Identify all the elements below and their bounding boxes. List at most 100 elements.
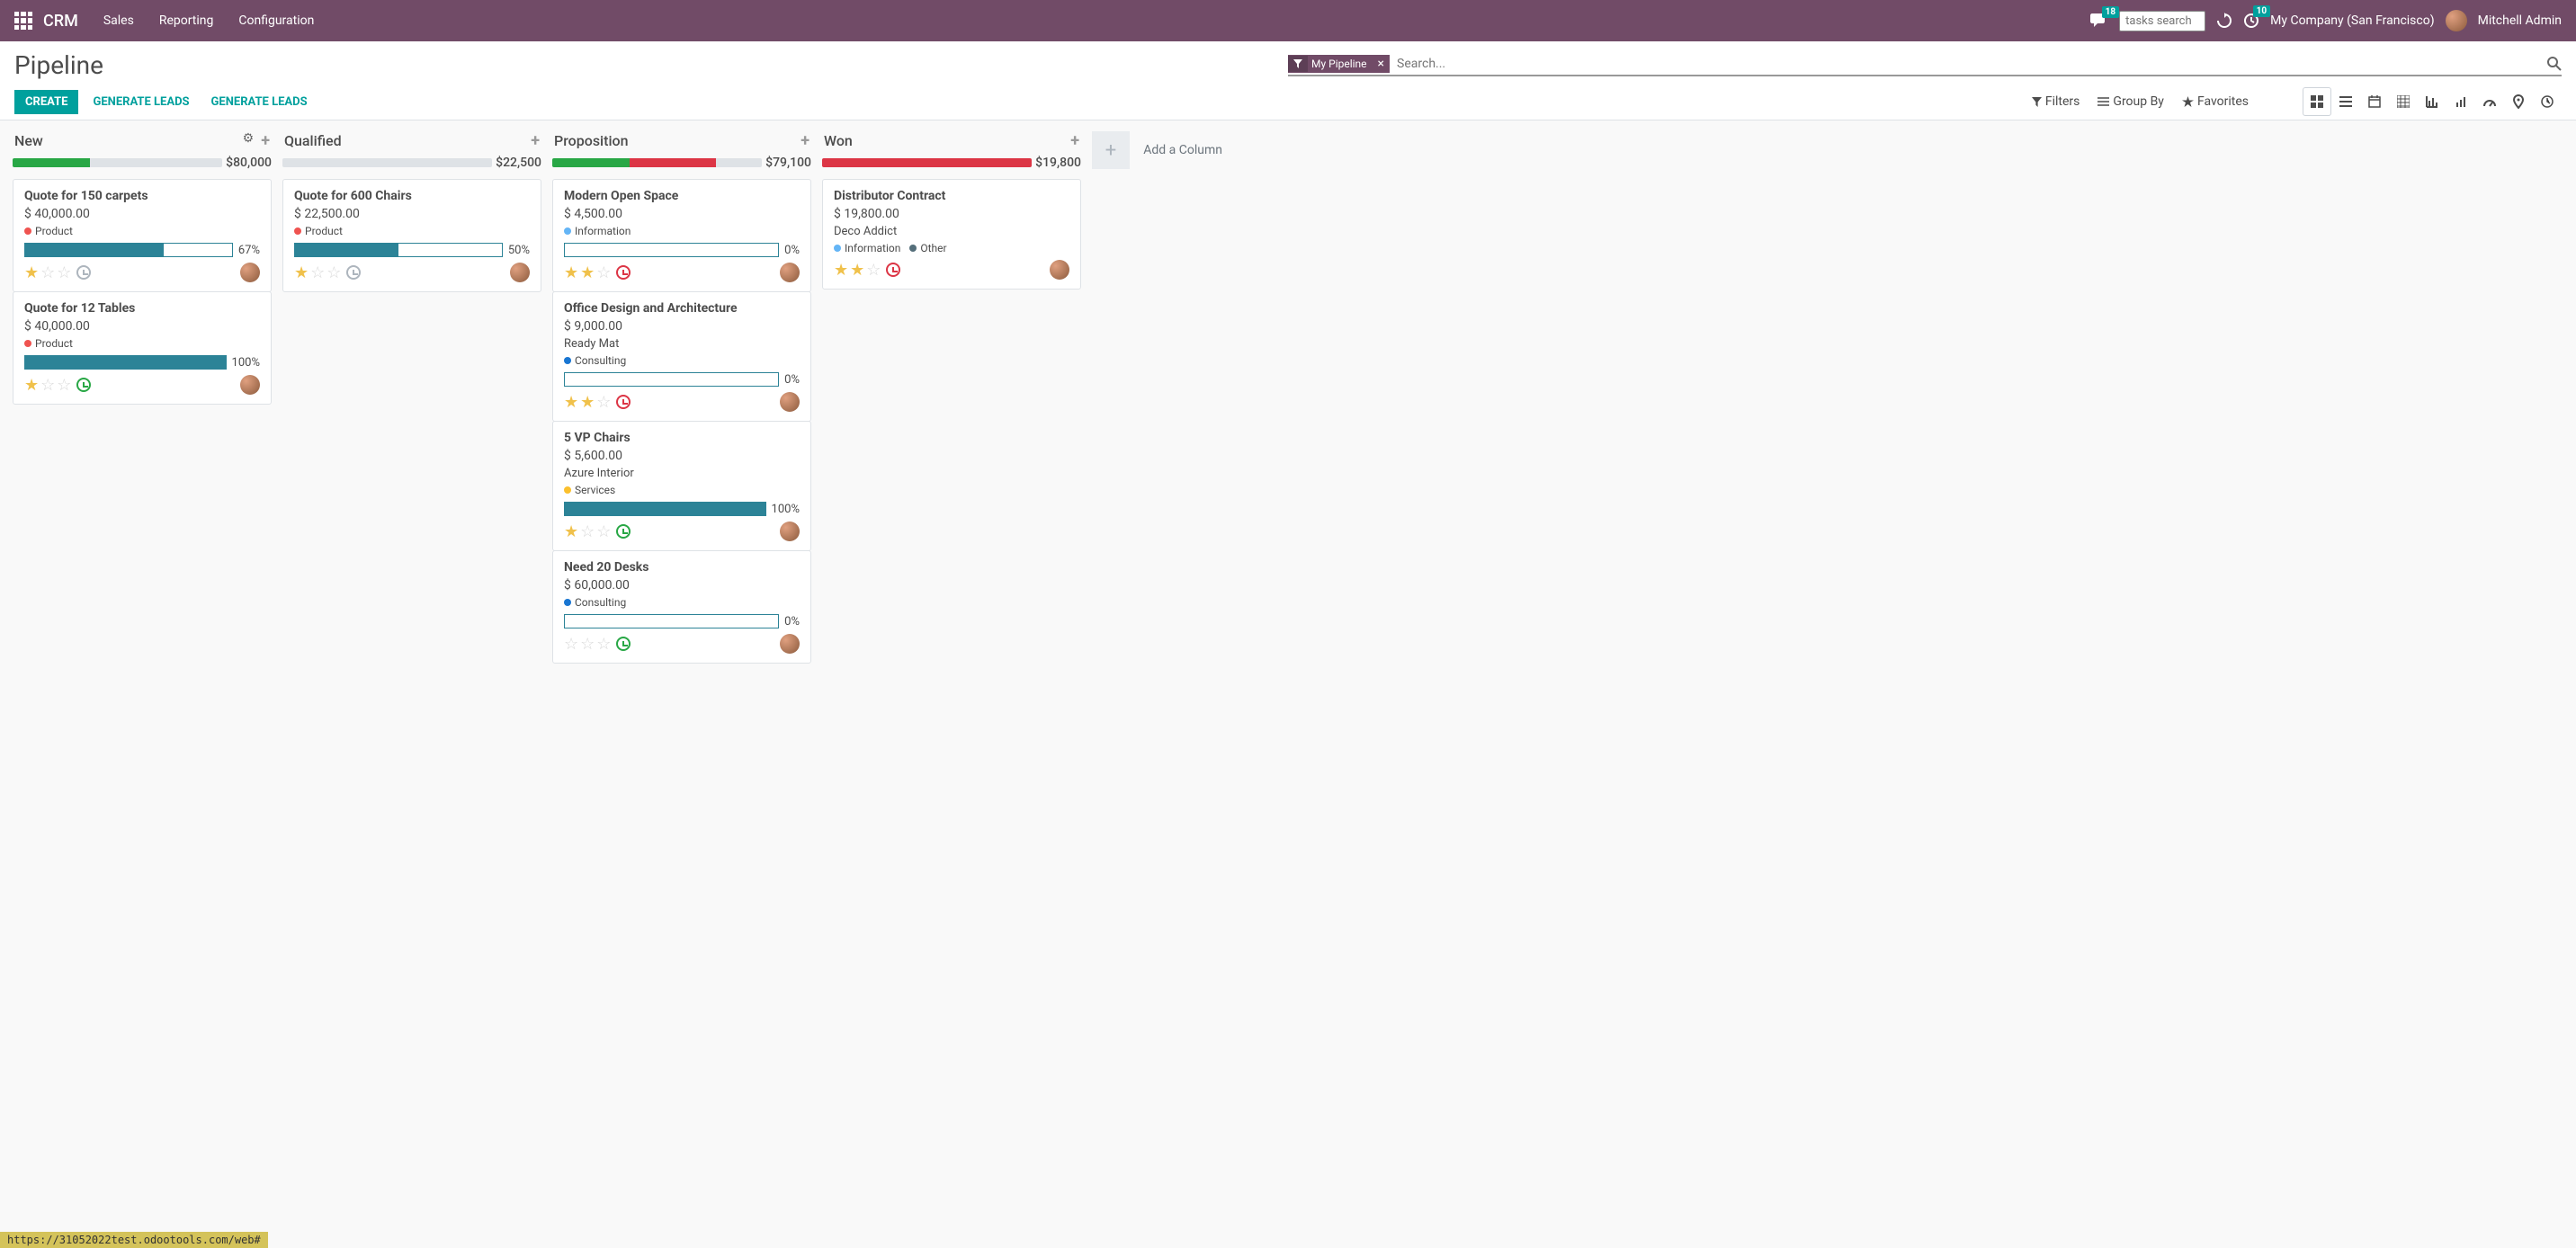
column-title[interactable]: Won	[824, 132, 1070, 149]
star-icon[interactable]: ★	[564, 522, 578, 541]
assignee-avatar[interactable]	[240, 375, 260, 395]
graph-view-icon[interactable]	[2418, 87, 2446, 116]
gauge[interactable]	[564, 372, 779, 387]
star-icon[interactable]: ★	[850, 261, 864, 280]
kanban-card[interactable]: Quote for 150 carpets$ 40,000.00Product …	[13, 179, 272, 292]
quick-create-icon[interactable]: +	[261, 131, 270, 150]
generate-leads-button-1[interactable]: GENERATE LEADS	[85, 90, 196, 114]
kanban-card[interactable]: Quote for 12 Tables$ 40,000.00Product 10…	[13, 291, 272, 405]
messages-icon[interactable]: 18	[2090, 13, 2108, 28]
column-title[interactable]: Proposition	[554, 132, 801, 149]
app-brand[interactable]: CRM	[43, 12, 78, 31]
quick-create-icon[interactable]: +	[1070, 131, 1079, 150]
assignee-avatar[interactable]	[780, 392, 800, 412]
priority-stars[interactable]: ☆ ☆ ☆	[564, 635, 611, 654]
user-name[interactable]: Mitchell Admin	[2478, 13, 2562, 28]
assignee-avatar[interactable]	[510, 263, 530, 282]
assignee-avatar[interactable]	[1050, 260, 1069, 280]
star-icon[interactable]: ☆	[596, 263, 611, 282]
assignee-avatar[interactable]	[780, 263, 800, 282]
star-icon[interactable]: ☆	[326, 263, 341, 282]
priority-stars[interactable]: ★ ★ ☆	[564, 393, 611, 412]
priority-stars[interactable]: ★ ☆ ☆	[294, 263, 341, 282]
star-icon[interactable]: ★	[24, 376, 39, 395]
company-selector[interactable]: My Company (San Francisco)	[2270, 13, 2434, 28]
nav-menu-reporting[interactable]: Reporting	[159, 13, 214, 28]
star-icon[interactable]: ☆	[596, 522, 611, 541]
apps-launcher-icon[interactable]	[14, 12, 32, 30]
activity-clock-icon[interactable]	[616, 265, 631, 280]
priority-stars[interactable]: ★ ☆ ☆	[564, 522, 611, 541]
priority-stars[interactable]: ★ ☆ ☆	[24, 376, 71, 395]
star-icon[interactable]: ☆	[866, 261, 881, 280]
star-icon[interactable]: ☆	[57, 263, 71, 282]
star-icon[interactable]: ☆	[580, 522, 595, 541]
kanban-view-icon[interactable]	[2303, 87, 2331, 116]
column-title[interactable]: Qualified	[284, 132, 531, 149]
search-input[interactable]	[1395, 55, 2547, 73]
nav-menu-sales[interactable]: Sales	[103, 13, 134, 28]
progress-bar[interactable]	[282, 158, 492, 167]
gear-icon[interactable]: ⚙	[243, 131, 255, 150]
activity-clock-icon[interactable]	[346, 265, 361, 280]
assignee-avatar[interactable]	[240, 263, 260, 282]
refresh-icon[interactable]	[2216, 13, 2232, 29]
progress-bar[interactable]	[552, 158, 762, 167]
filters-dropdown[interactable]: Filters	[2032, 94, 2080, 109]
groupby-dropdown[interactable]: Group By	[2097, 94, 2164, 109]
gauge[interactable]	[564, 502, 766, 516]
pivot-view-icon[interactable]	[2389, 87, 2418, 116]
user-avatar[interactable]	[2446, 10, 2467, 31]
gauge[interactable]	[24, 243, 233, 257]
quick-create-icon[interactable]: +	[801, 131, 809, 150]
progress-bar[interactable]	[13, 158, 222, 167]
list-view-icon[interactable]	[2331, 87, 2360, 116]
activity-clock-icon[interactable]	[76, 265, 91, 280]
star-icon[interactable]: ★	[834, 261, 848, 280]
search-bar[interactable]: My Pipeline ×	[1288, 55, 2562, 76]
activity-clock-icon[interactable]	[616, 637, 631, 651]
dashboard-view-icon[interactable]	[2475, 87, 2504, 116]
priority-stars[interactable]: ★ ☆ ☆	[24, 263, 71, 282]
activity-clock-icon[interactable]	[616, 395, 631, 409]
star-icon[interactable]: ★	[294, 263, 309, 282]
gauge[interactable]	[24, 355, 227, 370]
activity-clock-icon[interactable]	[616, 524, 631, 539]
kanban-card[interactable]: 5 VP Chairs$ 5,600.00Azure InteriorServi…	[552, 421, 811, 551]
kanban-card[interactable]: Distributor Contract$ 19,800.00Deco Addi…	[822, 179, 1081, 290]
add-column-label[interactable]: Add a Column	[1143, 143, 1222, 157]
star-icon[interactable]: ☆	[57, 376, 71, 395]
star-icon[interactable]: ★	[24, 263, 39, 282]
kanban-card[interactable]: Need 20 Desks$ 60,000.00Consulting 0% ☆ …	[552, 550, 811, 664]
kanban-card[interactable]: Quote for 600 Chairs$ 22,500.00Product 5…	[282, 179, 541, 292]
star-icon[interactable]: ★	[564, 393, 578, 412]
gauge[interactable]	[564, 243, 779, 257]
assignee-avatar[interactable]	[780, 634, 800, 654]
kanban-card[interactable]: Modern Open Space$ 4,500.00Information 0…	[552, 179, 811, 292]
activity-clock-icon[interactable]	[886, 263, 900, 277]
star-icon[interactable]: ☆	[310, 263, 325, 282]
facet-remove-icon[interactable]: ×	[1373, 57, 1390, 71]
star-icon[interactable]: ☆	[564, 635, 578, 654]
star-icon[interactable]: ☆	[40, 263, 55, 282]
quick-create-icon[interactable]: +	[531, 131, 540, 150]
assignee-avatar[interactable]	[780, 521, 800, 541]
search-icon[interactable]	[2547, 57, 2562, 71]
star-icon[interactable]: ★	[580, 393, 595, 412]
star-icon[interactable]: ☆	[596, 393, 611, 412]
nav-menu-configuration[interactable]: Configuration	[238, 13, 314, 28]
progress-bar[interactable]	[822, 158, 1032, 167]
tasks-search-input[interactable]	[2119, 11, 2205, 31]
priority-stars[interactable]: ★ ★ ☆	[834, 261, 881, 280]
calendar-view-icon[interactable]	[2360, 87, 2389, 116]
activity-clock-icon[interactable]	[76, 378, 91, 392]
activity-view-icon[interactable]	[2533, 87, 2562, 116]
cohort-view-icon[interactable]	[2446, 87, 2475, 116]
generate-leads-button-2[interactable]: GENERATE LEADS	[204, 90, 315, 114]
priority-stars[interactable]: ★ ★ ☆	[564, 263, 611, 282]
gauge[interactable]	[564, 614, 779, 628]
create-button[interactable]: CREATE	[14, 90, 78, 114]
add-column-button[interactable]: +	[1092, 131, 1130, 169]
star-icon[interactable]: ☆	[596, 635, 611, 654]
kanban-card[interactable]: Office Design and Architecture$ 9,000.00…	[552, 291, 811, 422]
